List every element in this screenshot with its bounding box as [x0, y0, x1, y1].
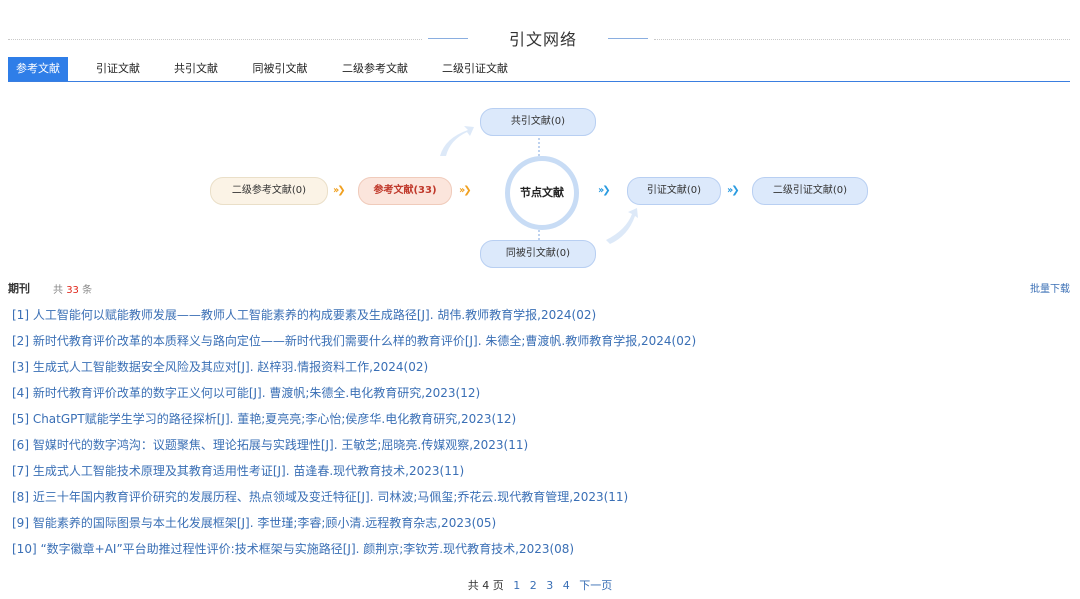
title-dash-right	[608, 38, 648, 39]
curved-arrow-up-icon	[440, 126, 474, 156]
node-citing[interactable]: 引证文献(0)	[627, 177, 721, 205]
page-link-3[interactable]: 3	[546, 579, 553, 592]
tab-cocited-by[interactable]: 同被引文献	[244, 57, 316, 81]
list-item[interactable]: [9] 智能素养的国际图景与本土化发展框架[J]. 李世瑾;李睿;顾小清.远程教…	[12, 514, 1072, 540]
page-link-1[interactable]: 1	[513, 579, 520, 592]
tab-cocited-refs[interactable]: 共引文献	[166, 57, 226, 81]
double-chevron-right-icon: ››❯	[333, 185, 346, 196]
tab-references[interactable]: 参考文献	[8, 57, 68, 81]
section-label: 期刊	[8, 282, 30, 295]
node-cocited-by[interactable]: 同被引文献(0)	[480, 240, 596, 268]
tab-citing[interactable]: 引证文献	[88, 57, 148, 81]
node-references[interactable]: 参考文献(33)	[358, 177, 452, 205]
list-item[interactable]: [7] 生成式人工智能技术原理及其教育适用性考证[J]. 苗逢春.现代教育技术,…	[12, 462, 1072, 488]
tab-secondary-citing[interactable]: 二级引证文献	[434, 57, 516, 81]
node-focal-document: 节点文献	[505, 156, 579, 230]
batch-download-link[interactable]: 批量下载	[1030, 280, 1070, 295]
page-link-4[interactable]: 4	[563, 579, 570, 592]
list-item[interactable]: [1] 人工智能何以赋能教师发展——教师人工智能素养的构成要素及生成路径[J].…	[12, 306, 1072, 332]
double-chevron-right-icon: ››❯	[459, 185, 472, 196]
list-item[interactable]: [4] 新时代教育评价改革的数字正义何以可能[J]. 曹渡帆;朱德全.电化教育研…	[12, 384, 1072, 410]
section-title-row: 引文网络	[8, 26, 1070, 50]
node-secondary-citing[interactable]: 二级引证文献(0)	[752, 177, 868, 205]
citation-network-diagram: 共引文献(0) 二级参考文献(0) ››❯ 参考文献(33) ››❯ 节点文献 …	[0, 90, 1080, 280]
list-item[interactable]: [10] “数字徽章+AI”平台助推过程性评价:技术框架与实施路径[J]. 颜荆…	[12, 540, 1072, 566]
journal-section-header: 期刊 共 33 条 批量下载	[8, 280, 1070, 296]
tab-secondary-references[interactable]: 二级参考文献	[334, 57, 416, 81]
pagination: 共 4 页 1 2 3 4 下一页	[0, 577, 1080, 593]
page-total: 共 4 页	[467, 579, 504, 592]
reference-list: [1] 人工智能何以赋能教师发展——教师人工智能素养的构成要素及生成路径[J].…	[12, 306, 1072, 566]
list-item[interactable]: [2] 新时代教育评价改革的本质释义与路向定位——新时代我们需要什么样的教育评价…	[12, 332, 1072, 358]
list-item[interactable]: [6] 智媒时代的数字鸿沟：议题聚焦、理论拓展与实践理性[J]. 王敏芝;屈晓亮…	[12, 436, 1072, 462]
list-item[interactable]: [5] ChatGPT赋能学生学习的路径探析[J]. 董艳;夏亮亮;李心怡;侯彦…	[12, 410, 1072, 436]
double-chevron-right-icon: ››❯	[727, 185, 740, 196]
page-link-2[interactable]: 2	[530, 579, 537, 592]
title-dash-left	[428, 38, 468, 39]
double-chevron-right-icon: ››❯	[598, 185, 611, 196]
title-dotted-line-right	[654, 39, 1070, 40]
list-item[interactable]: [3] 生成式人工智能数据安全风险及其应对[J]. 赵梓羽.情报资料工作,202…	[12, 358, 1072, 384]
title-dotted-line-left	[8, 39, 422, 40]
citation-tabs: 参考文献 引证文献 共引文献 同被引文献 二级参考文献 二级引证文献	[8, 57, 1070, 82]
list-item[interactable]: [8] 近三十年国内教育评价研究的发展历程、热点领域及变迁特征[J]. 司林波;…	[12, 488, 1072, 514]
page-title: 引文网络	[508, 30, 577, 49]
node-secondary-references[interactable]: 二级参考文献(0)	[210, 177, 328, 205]
next-page-link[interactable]: 下一页	[579, 579, 612, 592]
curved-arrow-down-icon	[606, 208, 638, 244]
node-cocited-references[interactable]: 共引文献(0)	[480, 108, 596, 136]
result-count: 共 33 条	[53, 285, 93, 296]
